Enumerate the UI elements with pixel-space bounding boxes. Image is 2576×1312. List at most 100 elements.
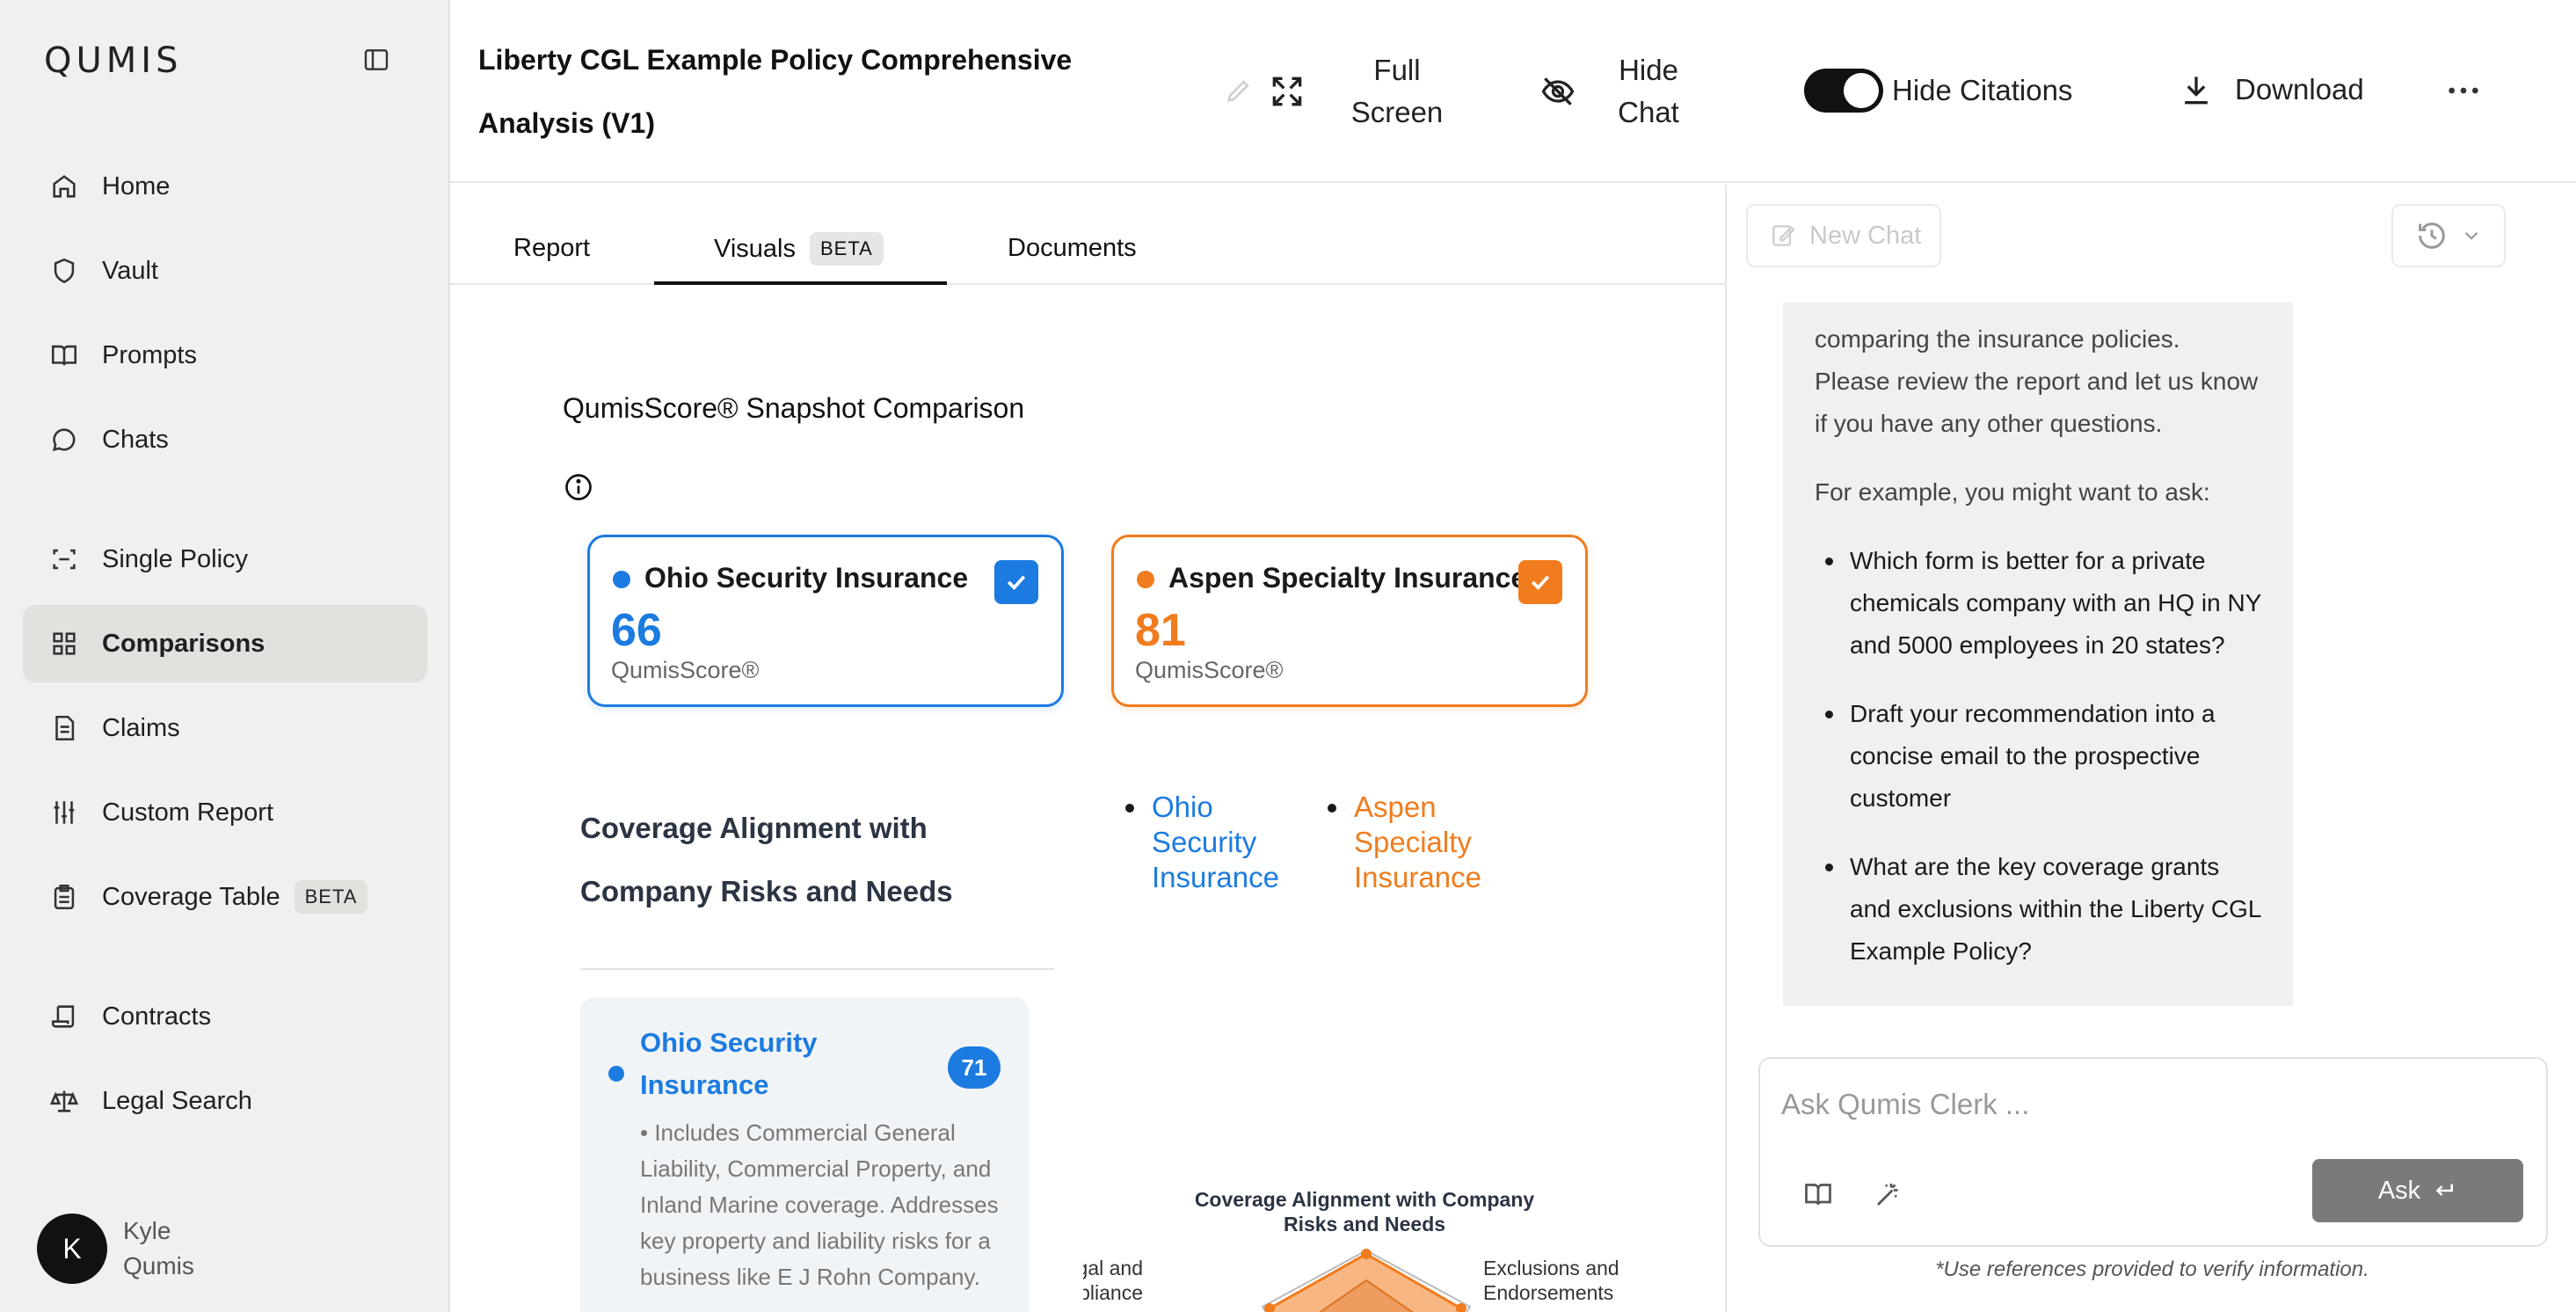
insurer-name: Ohio Security Insurance	[644, 562, 969, 594]
sidebar-item-single-policy[interactable]: Single Policy	[23, 521, 427, 598]
more-options-icon[interactable]	[2446, 77, 2481, 104]
sidebar-item-legal-search[interactable]: Legal Search	[23, 1062, 427, 1140]
view-tabs: Report Visuals BETA Documents	[450, 185, 1725, 285]
chevron-down-icon	[2464, 231, 2478, 240]
radar-chart: Coverage Alignment with Company Risks an…	[1083, 1188, 1619, 1312]
radar-axis-left-2: ory Compliance	[1083, 1281, 1143, 1304]
qumis-score: 66	[611, 605, 662, 656]
edit-pencil-icon[interactable]	[1224, 76, 1254, 106]
sidebar-item-vault[interactable]: Vault	[23, 232, 427, 310]
score-card-ohio[interactable]: Ohio Security Insurance 66 QumisScore®	[587, 535, 1064, 707]
sidebar-item-label: Custom Report	[102, 798, 274, 827]
scales-icon	[49, 1090, 79, 1112]
detail-title: Ohio Security Insurance	[640, 1027, 818, 1100]
full-screen-label: Full Screen	[1350, 54, 1444, 128]
score-card-aspen[interactable]: Aspen Specialty Insurance 81 QumisScore®	[1111, 535, 1588, 707]
hide-chat-button[interactable]: Hide Chat	[1539, 49, 1697, 134]
insurer-detail-card: Ohio Security Insurance 71 • Includes Co…	[580, 997, 1029, 1312]
chat-composer: Ask	[1758, 1057, 2548, 1247]
compose-icon	[1772, 225, 1795, 246]
visuals-panel: QumisScore® Snapshot Comparison Ohio Sec…	[450, 287, 1725, 1312]
disclaimer: *Use references provided to verify infor…	[1935, 1257, 2369, 1281]
download-icon	[2185, 77, 2208, 105]
hide-chat-label: Hide Chat	[1618, 54, 1679, 128]
sidebar-item-contracts[interactable]: Contracts	[23, 978, 427, 1055]
radar-axis-right: Exclusions and	[1483, 1257, 1619, 1279]
sidebar-item-prompts[interactable]: Prompts	[23, 317, 427, 394]
sidebar-item-custom-report[interactable]: Custom Report	[23, 774, 427, 851]
select-checkbox[interactable]	[994, 560, 1038, 604]
sidebar-item-label: Vault	[102, 256, 158, 285]
book-icon	[51, 345, 77, 366]
toggle-switch[interactable]	[1804, 69, 1883, 113]
select-checkbox[interactable]	[1518, 560, 1562, 604]
sidebar-item-comparisons[interactable]: Comparisons	[23, 605, 427, 682]
chat-input[interactable]	[1781, 1080, 2520, 1129]
page-title: Liberty CGL Example Policy Comprehensive…	[478, 44, 1073, 139]
download-button[interactable]: Download	[2177, 70, 2364, 109]
detail-text: • Includes Commercial General Liability,…	[640, 1119, 999, 1290]
chat-history-button[interactable]	[2391, 204, 2506, 267]
sidebar-item-label: Single Policy	[102, 544, 249, 573]
snapshot-title: QumisScore® Snapshot Comparison	[563, 392, 1025, 424]
legend-item-ohio[interactable]: Ohio Security Insurance	[1125, 790, 1301, 895]
shield-icon	[54, 258, 75, 284]
expand-icon	[1272, 77, 1302, 106]
sliders-icon	[54, 801, 75, 824]
beta-badge: BETA	[809, 232, 884, 266]
hide-citations-toggle[interactable]: Hide Citations	[1804, 69, 2072, 113]
sidebar-toggle-icon[interactable]	[362, 46, 390, 74]
checkmark-icon	[1007, 575, 1026, 590]
sidebar-item-home[interactable]: Home	[23, 148, 427, 225]
sidebar-item-coverage-table[interactable]: Coverage Table BETA	[23, 858, 427, 936]
user-profile[interactable]: K Kyle Qumis	[37, 1214, 229, 1284]
app-logo[interactable]: QUMIS	[44, 40, 182, 81]
legend-label: Ohio Security Insurance	[1152, 791, 1279, 893]
radar-title-line2: Risks and Needs	[1284, 1213, 1445, 1235]
tab-label: Report	[513, 234, 591, 262]
download-label: Download	[2235, 73, 2364, 106]
ask-button[interactable]: Ask	[2312, 1159, 2523, 1222]
sidebar-item-label: Coverage Table	[102, 882, 280, 911]
tab-visuals[interactable]: Visuals BETA	[654, 232, 947, 285]
sidebar-item-label: Legal Search	[102, 1086, 252, 1115]
tab-label: Documents	[1008, 234, 1137, 262]
qumis-score: 81	[1135, 605, 1186, 656]
document-icon	[55, 715, 75, 741]
legend-bullet	[1125, 804, 1134, 813]
clipboard-icon	[54, 884, 75, 910]
series-dot	[608, 1066, 624, 1082]
chat-panel: New Chat comparing the insurance policie…	[1725, 185, 2576, 1312]
book-icon[interactable]	[1802, 1178, 1834, 1210]
series-dot	[613, 571, 630, 588]
new-chat-label: New Chat	[1809, 221, 1922, 250]
radar-axis-left: Legal and	[1083, 1257, 1143, 1279]
legend-item-aspen[interactable]: Aspen Specialty Insurance	[1328, 790, 1503, 895]
legend-bullet	[1328, 804, 1336, 813]
section-title: Coverage Alignment with Company Risks an…	[580, 812, 953, 907]
scroll-icon	[51, 1005, 75, 1028]
message-intro: comparing the insurance policies. Please…	[1815, 325, 2259, 437]
magic-wand-icon[interactable]	[1873, 1178, 1904, 1210]
series-dot	[1137, 571, 1154, 588]
checkmark-icon	[1531, 575, 1550, 590]
sidebar-item-label: Claims	[102, 713, 180, 742]
example-question[interactable]: Draft your recommendation into a concise…	[1815, 693, 2261, 820]
sidebar-item-claims[interactable]: Claims	[23, 689, 427, 767]
score-pill: 71	[948, 1046, 1001, 1089]
tab-documents[interactable]: Documents	[1008, 234, 1137, 263]
sidebar-item-label: Home	[102, 171, 171, 200]
sidebar-item-chats[interactable]: Chats	[23, 401, 427, 478]
ask-label: Ask	[2377, 1176, 2421, 1205]
insurer-name: Aspen Specialty Insurance	[1168, 562, 1527, 594]
eye-off-icon	[1541, 77, 1575, 106]
info-icon[interactable]	[563, 471, 594, 503]
hide-citations-label: Hide Citations	[1892, 74, 2073, 106]
new-chat-button[interactable]: New Chat	[1746, 204, 1941, 267]
full-screen-button[interactable]: Full Screen	[1268, 49, 1463, 134]
radar-axis-right-2: Endorsements	[1483, 1281, 1613, 1304]
sidebar-item-label: Prompts	[102, 340, 197, 369]
example-question[interactable]: What are the key coverage grants and exc…	[1815, 846, 2261, 973]
tab-report[interactable]: Report	[513, 234, 590, 263]
example-question[interactable]: Which form is better for a private chemi…	[1815, 540, 2261, 667]
